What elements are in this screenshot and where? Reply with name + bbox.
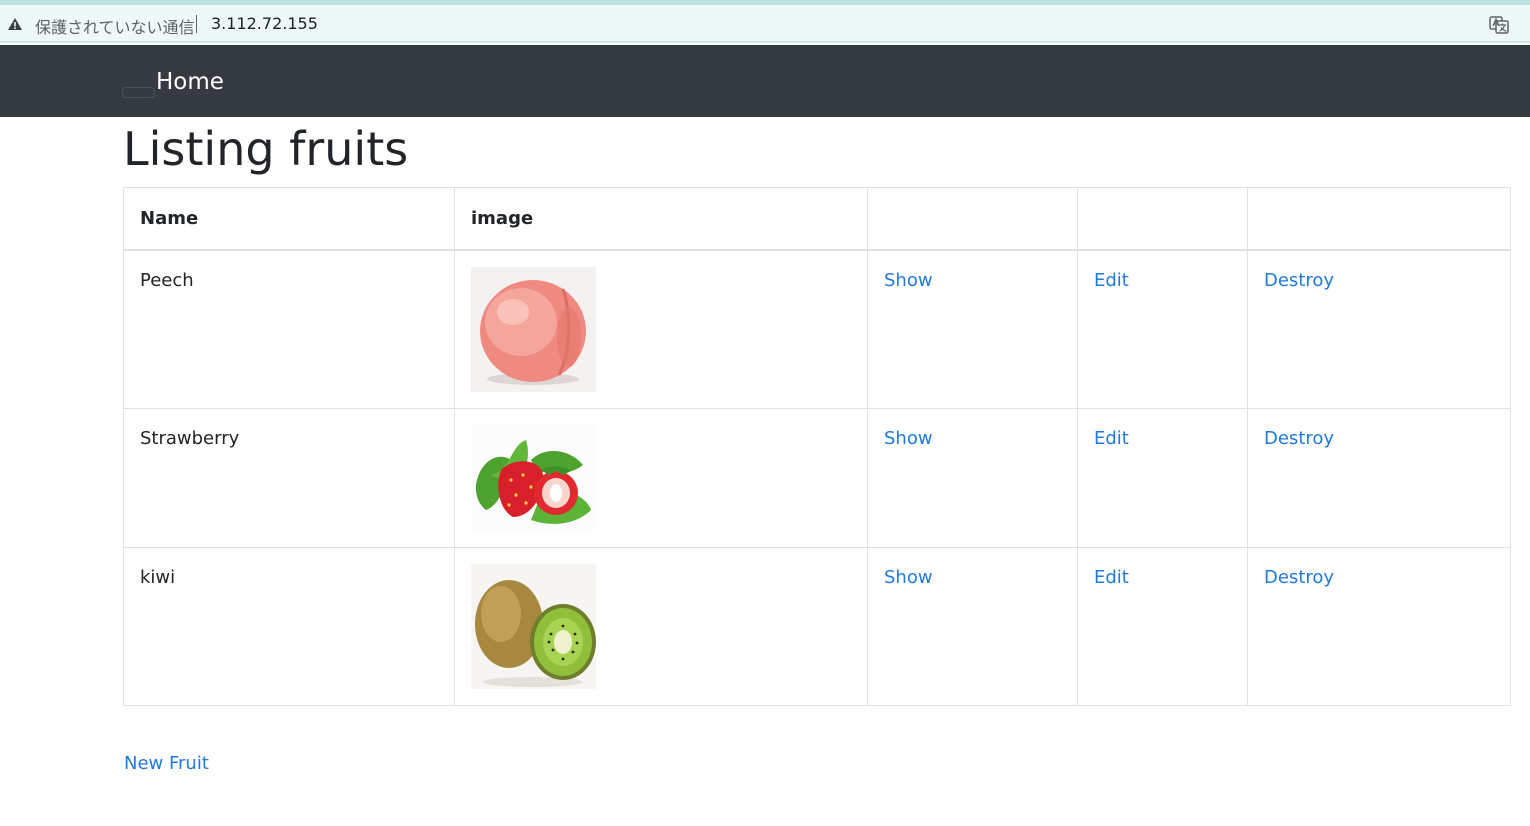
page-title: Listing fruits — [123, 122, 409, 176]
show-cell: Show — [867, 249, 1078, 409]
fruit-image-cell — [454, 547, 868, 706]
column-header-show — [867, 187, 1078, 251]
edit-cell: Edit — [1077, 249, 1248, 409]
edit-link[interactable]: Edit — [1094, 270, 1129, 291]
fruit-name-cell: Strawberry — [123, 408, 455, 548]
fruit-name-cell: kiwi — [123, 547, 455, 706]
fruits-table: Name image Peech Show Edit Destroy Straw… — [123, 187, 1511, 706]
navbar-toggler-button[interactable] — [122, 87, 155, 98]
destroy-link[interactable]: Destroy — [1264, 428, 1334, 449]
translate-icon[interactable] — [1489, 15, 1509, 35]
column-header-name: Name — [123, 187, 455, 251]
security-status-label[interactable]: 保護されていない通信 — [35, 14, 195, 38]
show-link[interactable]: Show — [884, 270, 933, 291]
fruit-name-cell: Peech — [123, 249, 455, 409]
address-bar[interactable]: 保護されていない通信 3.112.72.155 — [0, 5, 1530, 43]
destroy-cell: Destroy — [1247, 408, 1511, 548]
edit-link[interactable]: Edit — [1094, 428, 1129, 449]
table-row: Strawberry Show Edit Destroy — [123, 408, 1511, 548]
url-text[interactable]: 3.112.72.155 — [211, 14, 318, 33]
fruit-image-cell — [454, 249, 868, 409]
table-header-row: Name image — [123, 187, 1511, 251]
table-row: kiwi Show Edit Destroy — [123, 547, 1511, 706]
column-header-image: image — [454, 187, 868, 251]
column-header-edit — [1077, 187, 1248, 251]
show-link[interactable]: Show — [884, 567, 933, 588]
fruit-image-cell — [454, 408, 868, 548]
edit-cell: Edit — [1077, 408, 1248, 548]
navbar: Home — [0, 45, 1530, 117]
address-divider — [196, 15, 197, 33]
destroy-link[interactable]: Destroy — [1264, 567, 1334, 588]
column-header-destroy — [1247, 187, 1511, 251]
show-link[interactable]: Show — [884, 428, 933, 449]
new-fruit-link[interactable]: New Fruit — [124, 750, 209, 778]
warning-icon[interactable] — [7, 17, 23, 31]
strawberry-image — [471, 425, 596, 531]
peach-image — [471, 267, 596, 392]
destroy-cell: Destroy — [1247, 249, 1511, 409]
edit-cell: Edit — [1077, 547, 1248, 706]
navbar-home-link[interactable]: Home — [156, 67, 224, 97]
table-row: Peech Show Edit Destroy — [123, 249, 1511, 409]
edit-link[interactable]: Edit — [1094, 567, 1129, 588]
destroy-cell: Destroy — [1247, 547, 1511, 706]
destroy-link[interactable]: Destroy — [1264, 270, 1334, 291]
show-cell: Show — [867, 547, 1078, 706]
show-cell: Show — [867, 408, 1078, 548]
kiwi-image — [471, 564, 596, 689]
